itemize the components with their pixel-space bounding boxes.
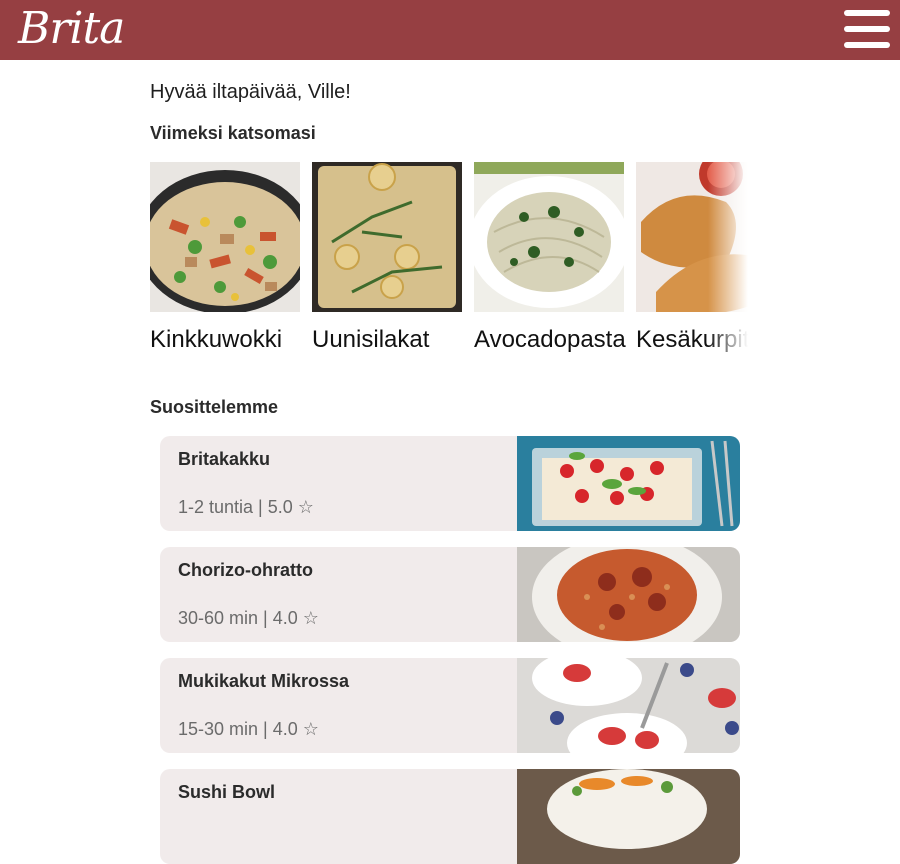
recommended-title: Suosittelemme (150, 397, 279, 417)
recipe-name: Chorizo-ohratto (178, 560, 313, 580)
brita-logo[interactable]: Brita (18, 4, 125, 54)
top-bar: Brita (0, 0, 900, 60)
recently-viewed-title: Viimeksi katsomasi (150, 123, 316, 143)
recommended-card-mukikakut-mikrossa[interactable]: Mukikakut Mikrossa 15-30 min | 4.0 ☆ (160, 658, 740, 753)
recent-card-label: Uunisilakat (312, 326, 430, 353)
sushi-bowl-photo (517, 769, 740, 864)
hamburger-menu-icon[interactable] (844, 10, 890, 48)
britakakku-photo (517, 436, 740, 531)
recent-card-kinkkuwokki[interactable]: Kinkkuwokki (150, 162, 300, 353)
uunisilakat-photo (312, 162, 462, 312)
greeting-text: Hyvää iltapäivää, Ville! (150, 81, 351, 103)
recipe-name: Britakakku (178, 449, 271, 469)
recommended-card-chorizo-ohratto[interactable]: Chorizo-ohratto 30-60 min | 4.0 ☆ (160, 547, 740, 642)
recommended-card-britakakku[interactable]: Britakakku 1-2 tuntia | 5.0 ☆ (160, 436, 740, 531)
mukikakut-photo (517, 658, 740, 753)
carousel-fade-overlay (708, 162, 748, 362)
recommended-card-sushi-bowl[interactable]: Sushi Bowl (160, 769, 740, 864)
recent-card-avocadopasta[interactable]: Avocadopasta (474, 162, 626, 353)
recipe-meta: 15-30 min | 4.0 ☆ (178, 719, 319, 739)
recipe-name: Sushi Bowl (178, 782, 276, 802)
avocadopasta-photo (474, 162, 624, 312)
recently-viewed-carousel[interactable]: Kinkkuwokki Uunisilakat Avocadopasta Kes… (150, 162, 748, 362)
recipe-name: Mukikakut Mikrossa (178, 671, 350, 691)
recipe-meta: 30-60 min | 4.0 ☆ (178, 608, 319, 628)
recent-card-uunisilakat[interactable]: Uunisilakat (312, 162, 462, 353)
recipe-meta: 1-2 tuntia | 5.0 ☆ (178, 497, 314, 517)
recent-card-label: Avocadopasta (474, 326, 626, 353)
recent-card-label: Kinkkuwokki (150, 326, 283, 353)
chorizo-ohratto-photo (517, 547, 740, 642)
kinkkuwokki-photo (150, 162, 300, 312)
